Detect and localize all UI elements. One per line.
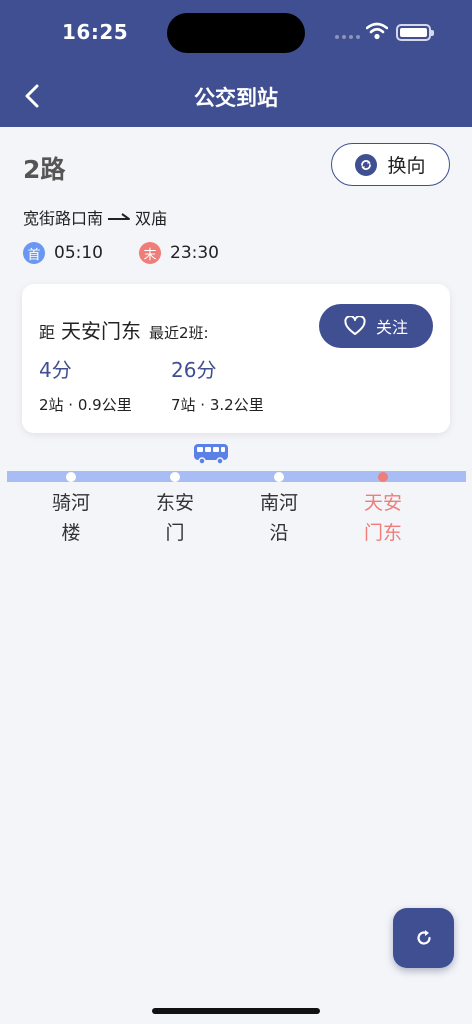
- recent-buses-label: 最近2班:: [149, 324, 209, 342]
- route-origin: 宽街路口南: [23, 209, 104, 228]
- target-stop-name: 天安门东: [61, 319, 142, 343]
- battery-icon: [396, 24, 434, 41]
- refresh-button[interactable]: [393, 908, 454, 968]
- current-stop-label[interactable]: 天安门东: [363, 488, 403, 548]
- distance-prefix: 距: [39, 323, 56, 342]
- heart-icon: [344, 316, 366, 335]
- service-times: 首 05:10 末 23:30: [23, 242, 219, 264]
- arrival-card: 距 天安门东 最近2班: 关注 4分 26分 2站 · 0.9公里 7站 · 3…: [22, 284, 450, 433]
- stop-label[interactable]: 东安门: [155, 488, 195, 548]
- switch-direction-label: 换向: [387, 155, 426, 177]
- app-header: 16:25 公交到站: [0, 0, 472, 127]
- stop-label[interactable]: 南河沿: [259, 488, 299, 548]
- stop-dot: [170, 472, 180, 482]
- arrival-minutes: 4分: [39, 358, 72, 382]
- last-bus-time: 23:30: [170, 243, 219, 263]
- bus-icon: [194, 444, 228, 465]
- direction-arrow-icon: [108, 213, 131, 220]
- current-stop-dot: [378, 472, 388, 482]
- dynamic-island: [167, 13, 305, 53]
- route-direction: 宽街路口南 双庙: [23, 205, 167, 229]
- arrival-minutes: 26分: [171, 358, 217, 382]
- arrival-distance: 2站 · 0.9公里: [39, 396, 132, 414]
- stop-dot: [274, 472, 284, 482]
- follow-label: 关注: [375, 318, 408, 337]
- switch-direction-button[interactable]: 换向: [331, 143, 450, 186]
- route-name: 2路: [23, 155, 66, 184]
- refresh-icon: [416, 930, 431, 945]
- first-bus-badge: 首: [23, 242, 45, 264]
- arrival-card-header: 距 天安门东 最近2班:: [39, 315, 209, 344]
- home-indicator: [152, 1008, 320, 1014]
- route-destination: 双庙: [135, 209, 168, 228]
- last-bus-badge: 末: [139, 242, 161, 264]
- arrival-distance: 7站 · 3.2公里: [171, 396, 264, 414]
- wifi-icon: [366, 22, 388, 40]
- first-bus-time: 05:10: [54, 243, 103, 263]
- stop-label[interactable]: 骑河楼: [51, 488, 91, 548]
- swap-icon: [355, 153, 378, 176]
- follow-button[interactable]: 关注: [319, 304, 433, 348]
- page-title: 公交到站: [194, 86, 278, 110]
- signal-icon: [335, 35, 360, 39]
- status-time: 16:25: [62, 20, 129, 44]
- stop-dot: [66, 472, 76, 482]
